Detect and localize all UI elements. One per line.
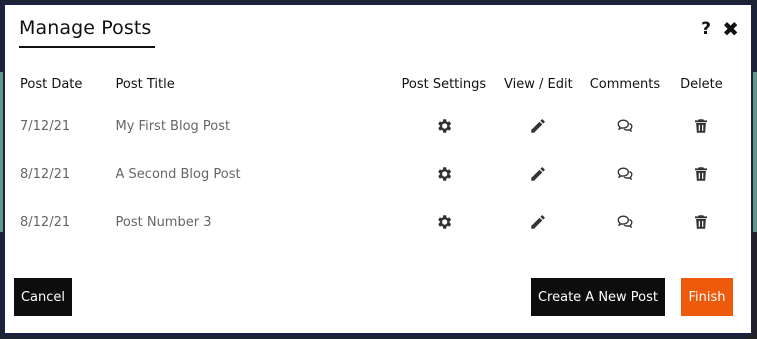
icon-post-settings-cell [394,102,494,150]
icon-delete-cell [667,198,736,246]
posts-table: Post Date Post Title Post Settings View … [14,66,736,246]
comments-icon[interactable] [616,213,634,231]
table-row: 8/12/21 A Second Blog Post [14,150,736,198]
icon-post-settings-cell [394,198,494,246]
pencil-icon[interactable] [529,213,547,231]
icon-view-edit-cell [494,198,583,246]
close-icon[interactable]: ✖ [722,17,739,41]
trash-icon[interactable] [692,213,710,231]
header-comments: Comments [589,76,661,92]
pencil-icon[interactable] [529,165,547,183]
trash-icon[interactable] [692,117,710,135]
modal-title: Manage Posts [19,17,155,48]
post-date-cell: 7/12/21 [20,118,71,134]
create-new-post-button[interactable]: Create A New Post [531,278,665,316]
icon-delete-cell [667,150,736,198]
post-date-cell: 8/12/21 [20,214,71,230]
table-row: 7/12/21 My First Blog Post [14,102,736,150]
header-post-settings: Post Settings [401,76,487,92]
icon-post-settings-cell [394,150,494,198]
post-title-cell: A Second Blog Post [115,166,241,182]
icon-comments-cell [583,102,667,150]
icon-comments-cell [583,150,667,198]
post-date-cell: 8/12/21 [20,166,71,182]
comments-icon[interactable] [616,165,634,183]
comments-icon[interactable] [616,117,634,135]
icon-delete-cell [667,102,736,150]
header-post-date: Post Date [20,76,83,92]
cancel-button[interactable]: Cancel [14,278,72,316]
icon-view-edit-cell [494,150,583,198]
gear-icon[interactable] [435,117,453,135]
help-icon[interactable]: ? [701,19,711,39]
table-row: 8/12/21 Post Number 3 [14,198,736,246]
table-header-row: Post Date Post Title Post Settings View … [14,66,736,102]
post-title-cell: My First Blog Post [115,118,231,134]
header-post-title: Post Title [115,76,175,92]
gear-icon[interactable] [435,213,453,231]
icon-comments-cell [583,198,667,246]
gear-icon[interactable] [435,165,453,183]
icon-view-edit-cell [494,102,583,150]
pencil-icon[interactable] [529,117,547,135]
modal-header: Manage Posts ? ✖ [19,17,739,51]
finish-button[interactable]: Finish [681,278,733,316]
header-view-edit: View / Edit [504,76,573,92]
post-title-cell: Post Number 3 [115,214,212,230]
trash-icon[interactable] [692,165,710,183]
header-delete: Delete [680,76,723,92]
